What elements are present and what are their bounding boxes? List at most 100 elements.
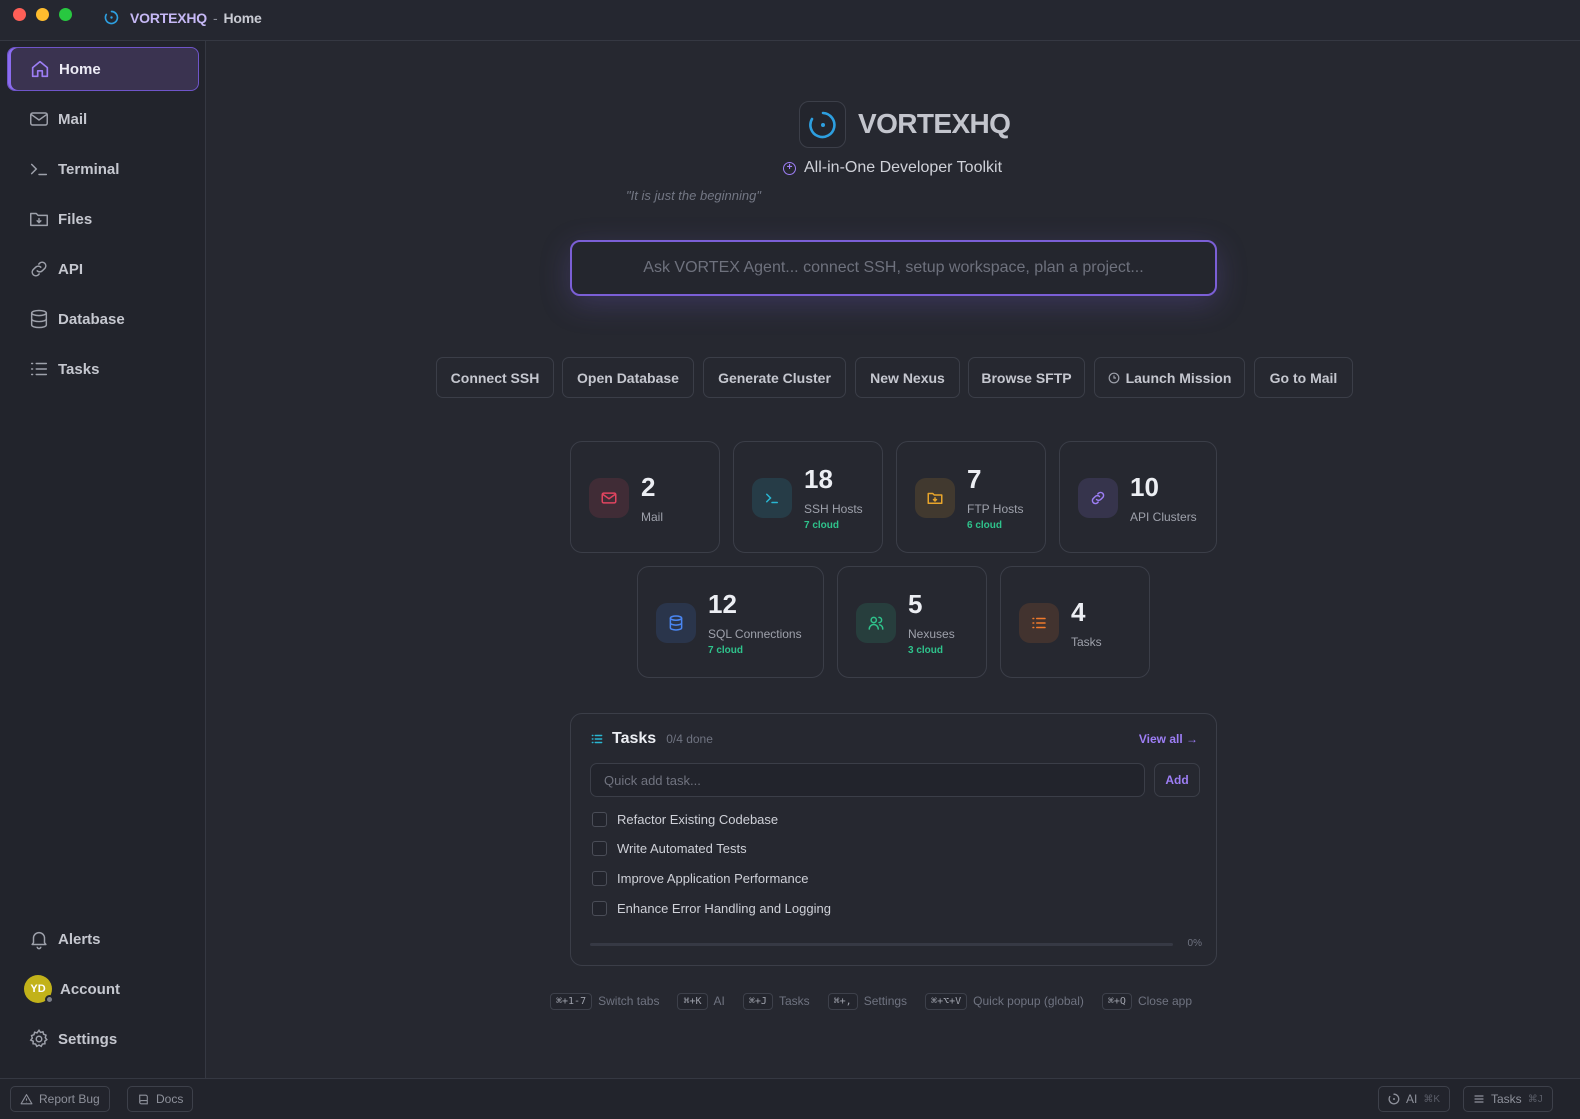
docs-label: Docs — [156, 1092, 184, 1106]
action-label: Go to Mail — [1269, 369, 1338, 386]
mail-icon — [30, 112, 48, 126]
action-label: Browse SFTP — [981, 369, 1072, 386]
sidebar-item-account[interactable]: YD Account — [7, 967, 199, 1011]
home-icon — [31, 60, 49, 78]
sidebar-item-label: Settings — [58, 1030, 118, 1048]
stat-card-mail[interactable]: 2 Mail — [570, 441, 720, 553]
connect-ssh-button[interactable]: Connect SSH — [436, 357, 554, 398]
tasks-done-count: 0/4 done — [666, 732, 713, 746]
stat-value: 7 — [967, 464, 982, 494]
task-item[interactable]: Improve Application Performance — [592, 871, 808, 886]
docs-button[interactable]: Docs — [127, 1086, 194, 1112]
vortex-logo-icon — [104, 10, 119, 25]
stat-sub: 7 cloud — [708, 645, 744, 656]
task-checkbox[interactable] — [592, 841, 607, 856]
shortcut-label: Settings — [863, 994, 908, 1008]
app-subtitle: + All-in-One Developer Toolkit — [783, 159, 1002, 177]
terminal-icon — [30, 163, 48, 176]
shortcut-label: Close app — [1137, 994, 1192, 1008]
stat-label: Mail — [641, 510, 664, 524]
link-icon — [31, 261, 47, 277]
stat-card-tasks[interactable]: 4 Tasks — [1000, 566, 1150, 678]
presence-dot — [45, 995, 54, 1004]
agent-ask-placeholder: Ask VORTEX Agent... connect SSH, setup w… — [643, 259, 1144, 276]
sidebar-item-database[interactable]: Database — [7, 297, 199, 341]
list-icon — [591, 734, 603, 744]
stat-sub: 3 cloud — [908, 645, 944, 656]
shortcut-hint: ⌘+J Tasks — [742, 992, 810, 1010]
stat-value: 12 — [708, 589, 737, 619]
folder-icon — [30, 212, 48, 227]
app-logo — [799, 101, 846, 148]
browse-sftp-button[interactable]: Browse SFTP — [968, 357, 1085, 398]
shortcut-label: Quick popup (global) — [973, 994, 1084, 1008]
ai-button[interactable]: AI ⌘K — [1378, 1086, 1451, 1112]
close-window-button[interactable] — [13, 8, 26, 21]
sidebar-item-api[interactable]: API — [7, 247, 199, 291]
stat-label: SQL Connections — [708, 627, 802, 641]
maximize-window-button[interactable] — [59, 8, 72, 21]
sidebar-item-mail[interactable]: Mail — [7, 97, 199, 141]
avatar: YD — [24, 975, 54, 1004]
sidebar-item-terminal[interactable]: Terminal — [7, 147, 199, 191]
sidebar-item-tasks[interactable]: Tasks — [7, 347, 199, 391]
window-title: VORTEXHQ - Home — [130, 10, 262, 26]
stat-card-nexuses[interactable]: 5 Nexuses 3 cloud — [837, 566, 987, 678]
stat-value: 10 — [1130, 472, 1159, 502]
task-label: Improve Application Performance — [617, 871, 809, 886]
view-all-tasks-link[interactable]: View all → — [1139, 732, 1198, 746]
agent-ask-input[interactable]: Ask VORTEX Agent... connect SSH, setup w… — [570, 240, 1217, 296]
task-item[interactable]: Write Automated Tests — [592, 841, 747, 856]
task-checkbox[interactable] — [592, 871, 607, 886]
sidebar-item-home[interactable]: Home — [7, 47, 199, 91]
task-item[interactable]: Enhance Error Handling and Logging — [592, 901, 831, 916]
shortcut-hint: ⌘+Q Close app — [1101, 992, 1192, 1010]
stat-value: 4 — [1071, 597, 1086, 627]
sidebar-item-alerts[interactable]: Alerts — [7, 917, 199, 961]
minimize-window-button[interactable] — [36, 8, 49, 21]
go-to-mail-button[interactable]: Go to Mail — [1254, 357, 1353, 398]
stat-value: 18 — [804, 464, 833, 494]
task-label: Enhance Error Handling and Logging — [617, 901, 831, 916]
task-checkbox[interactable] — [592, 812, 607, 827]
sidebar-item-label: API — [58, 260, 84, 278]
sidebar-item-settings[interactable]: Settings — [7, 1017, 199, 1061]
task-item[interactable]: Refactor Existing Codebase — [592, 812, 778, 827]
shortcut-label: AI — [713, 994, 725, 1008]
sidebar-item-label: Files — [58, 210, 93, 228]
task-checkbox[interactable] — [592, 901, 607, 916]
stat-card-api-clusters[interactable]: 10 API Clusters — [1059, 441, 1217, 553]
list-icon — [1474, 1095, 1484, 1103]
stat-icon-wrap — [915, 478, 955, 518]
tasks-status-button[interactable]: Tasks ⌘J — [1463, 1086, 1553, 1112]
shortcut-key: ⌘+Q — [1101, 992, 1132, 1010]
report-bug-button[interactable]: Report Bug — [10, 1086, 110, 1112]
generate-cluster-button[interactable]: Generate Cluster — [703, 357, 846, 398]
launch-mission-button[interactable]: Launch Mission — [1094, 357, 1245, 398]
tasks-progress-bar — [590, 943, 1173, 946]
stat-icon-wrap — [856, 603, 896, 643]
sidebar-item-files[interactable]: Files — [7, 197, 199, 241]
stat-card-ssh-hosts[interactable]: 18 SSH Hosts 7 cloud — [733, 441, 883, 553]
action-label: Generate Cluster — [718, 369, 831, 386]
stat-icon-wrap — [589, 478, 629, 518]
avatar-initials: YD — [30, 983, 46, 995]
open-database-button[interactable]: Open Database — [562, 357, 694, 398]
sidebar-item-label: Database — [58, 310, 125, 328]
add-task-button[interactable]: Add — [1154, 763, 1200, 797]
database-icon — [30, 309, 48, 329]
action-label: Connect SSH — [450, 369, 540, 386]
window-page: Home — [223, 10, 262, 26]
new-nexus-button[interactable]: New Nexus — [855, 357, 960, 398]
stat-card-ftp-hosts[interactable]: 7 FTP Hosts 6 cloud — [896, 441, 1046, 553]
list-icon — [1032, 617, 1046, 629]
clock-icon — [1108, 372, 1119, 383]
quick-add-task-input[interactable]: Quick add task... — [590, 763, 1145, 797]
shortcut-key: ⌘+⌥+V — [925, 992, 968, 1010]
action-label: Launch Mission — [1125, 369, 1232, 386]
stat-card-sql-connections[interactable]: 12 SQL Connections 7 cloud — [637, 566, 824, 678]
stat-label: FTP Hosts — [967, 502, 1024, 516]
task-label: Refactor Existing Codebase — [617, 812, 779, 827]
link-icon — [1091, 491, 1105, 505]
stat-label: API Clusters — [1130, 510, 1197, 524]
